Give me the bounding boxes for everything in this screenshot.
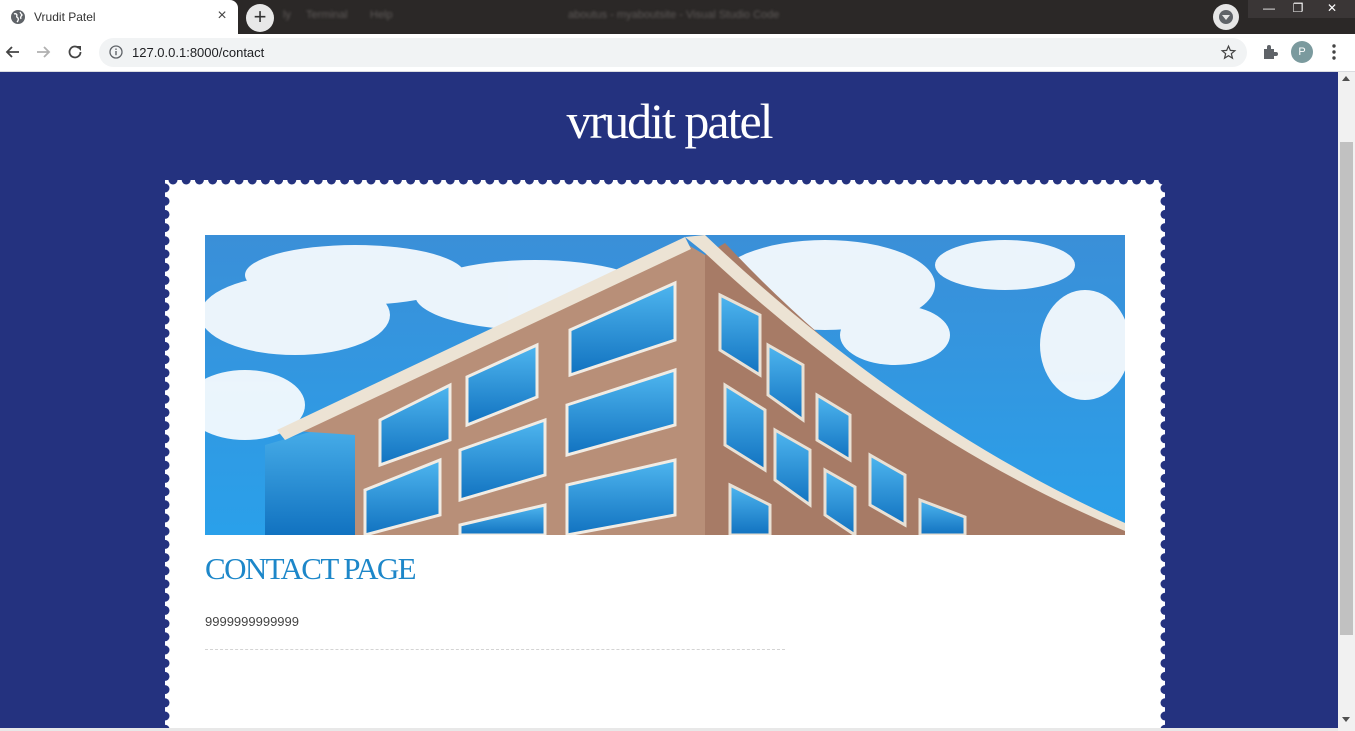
page-heading: CONTACT PAGE <box>205 551 417 586</box>
forward-arrow-icon[interactable] <box>33 42 53 62</box>
puzzle-icon[interactable] <box>1261 43 1279 61</box>
background-menu-item: Terminal <box>306 9 348 21</box>
tab-title: Vrudit Patel <box>34 10 96 24</box>
scroll-thumb[interactable] <box>1340 142 1353 635</box>
hero-building-image <box>205 235 1125 535</box>
address-bar[interactable]: 127.0.0.1:8000/contact <box>99 38 1247 67</box>
info-icon[interactable] <box>109 45 123 59</box>
restore-button[interactable]: ❐ <box>1284 0 1312 18</box>
scrollbar[interactable] <box>1338 72 1355 731</box>
kebab-menu-icon[interactable] <box>1328 43 1340 61</box>
background-window-title: aboutus - myaboutsite - Visual Studio Co… <box>568 9 780 21</box>
tab-search-dropdown[interactable] <box>1213 4 1239 30</box>
globe-icon <box>11 10 25 24</box>
close-window-button[interactable]: ✕ <box>1312 0 1352 18</box>
site-title: vrudit patel <box>566 93 773 149</box>
divider <box>205 649 785 650</box>
window-controls: — ❐ ✕ <box>1248 0 1355 18</box>
back-arrow-icon[interactable] <box>3 42 23 62</box>
avatar[interactable]: P <box>1291 41 1313 63</box>
tab-strip: Vrudit Patel × + ly Terminal Help aboutu… <box>0 0 1355 34</box>
tab-vrudit-patel[interactable]: Vrudit Patel × <box>0 0 238 34</box>
reload-icon[interactable] <box>65 42 85 62</box>
background-menu-item: ly <box>283 9 291 21</box>
background-menu-item: Help <box>370 9 393 21</box>
url-text[interactable]: 127.0.0.1:8000/contact <box>132 45 264 60</box>
phone-number: 9999999999999 <box>205 614 299 629</box>
scroll-up-arrow-icon[interactable] <box>1342 76 1350 81</box>
plus-icon[interactable]: + <box>246 4 274 32</box>
minimize-button[interactable]: — <box>1254 0 1284 18</box>
browser-toolbar: 127.0.0.1:8000/contact P <box>0 34 1355 72</box>
page-viewport: vrudit patel CONTACT PAGE 9999999999999 <box>0 72 1338 731</box>
close-icon[interactable]: × <box>214 7 230 25</box>
star-icon[interactable] <box>1220 44 1237 61</box>
scroll-down-arrow-icon[interactable] <box>1342 717 1350 722</box>
stamp-card: CONTACT PAGE 9999999999999 <box>165 180 1165 731</box>
